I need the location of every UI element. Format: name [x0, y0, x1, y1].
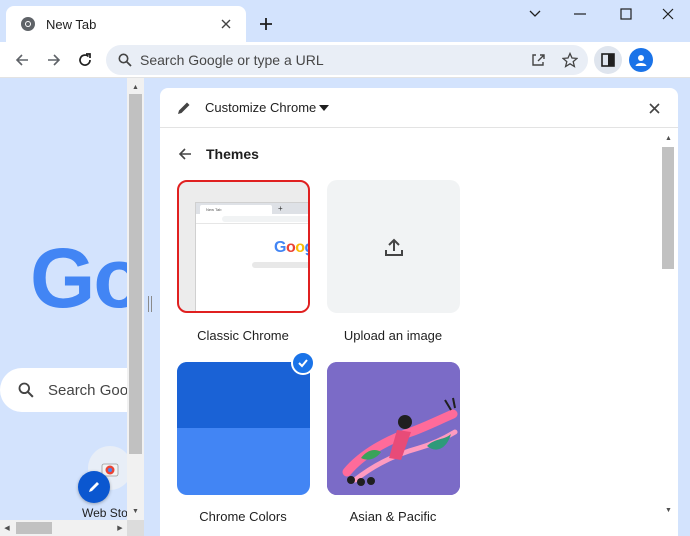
side-panel-icon	[601, 53, 615, 67]
scroll-down-icon[interactable]: ▼	[127, 504, 144, 518]
shortcut-label: Web Sto	[82, 506, 127, 520]
mini-tab: New Tab	[200, 205, 272, 214]
reload-icon	[79, 53, 91, 66]
plus-icon	[260, 18, 272, 30]
scrollbar-thumb[interactable]	[662, 147, 674, 269]
back-icon	[15, 54, 28, 66]
mini-google-logo: Goog	[274, 239, 308, 256]
tile-label-upload-image: Upload an image	[343, 328, 443, 343]
ntp-horizontal-scrollbar[interactable]: ◀ ▶	[0, 520, 127, 536]
side-panel-resize-handle[interactable]	[148, 296, 154, 312]
star-icon[interactable]	[560, 50, 580, 70]
panel-header: Customize Chrome	[160, 88, 678, 128]
pencil-icon	[176, 100, 192, 116]
section-title: Themes	[206, 146, 259, 162]
scroll-right-icon[interactable]: ▶	[113, 520, 127, 536]
plus-icon: +	[278, 204, 283, 213]
scroll-up-icon[interactable]: ▲	[660, 131, 677, 145]
tile-label-classic-chrome: Classic Chrome	[197, 328, 289, 343]
classic-preview: New Tab + Goog	[195, 202, 308, 311]
close-icon[interactable]	[216, 14, 236, 34]
back-button[interactable]	[8, 46, 36, 74]
toolbar	[0, 42, 690, 78]
ntp-search-placeholder: Search Goo	[48, 381, 127, 399]
search-icon	[18, 382, 34, 398]
reload-button[interactable]	[71, 46, 99, 74]
scrollbar-thumb[interactable]	[16, 522, 52, 534]
window-close-icon[interactable]	[645, 0, 690, 28]
side-panel-button[interactable]	[594, 46, 622, 74]
omnibox-input[interactable]	[140, 52, 588, 68]
upload-icon	[384, 238, 403, 256]
ntp-vertical-scrollbar[interactable]: ▲ ▼	[127, 78, 144, 520]
scroll-left-icon[interactable]: ◀	[0, 520, 14, 536]
check-icon	[291, 351, 315, 375]
close-icon[interactable]	[646, 100, 662, 116]
search-icon	[116, 51, 134, 69]
new-tab-button[interactable]	[254, 12, 278, 36]
theme-tile-classic-chrome[interactable]: New Tab + Goog	[177, 180, 310, 313]
forward-button[interactable]	[40, 46, 68, 74]
chevron-down-icon[interactable]	[512, 0, 558, 28]
scrollbar-corner	[127, 520, 144, 536]
forward-icon	[48, 54, 61, 66]
scrollbar-thumb[interactable]	[129, 94, 142, 454]
profile-icon[interactable]	[629, 48, 653, 72]
panel-title[interactable]: Customize Chrome	[205, 100, 316, 115]
customize-chrome-button[interactable]	[78, 471, 110, 503]
new-tab-page: Go Search Goo Web Sto	[0, 78, 127, 520]
scroll-down-icon[interactable]: ▼	[660, 503, 677, 517]
google-logo: Go	[30, 231, 127, 325]
chrome-icon	[20, 16, 36, 32]
back-icon[interactable]	[176, 145, 194, 163]
theme-tile-chrome-colors[interactable]	[177, 362, 310, 495]
pencil-icon	[89, 482, 99, 492]
tab-title: New Tab	[46, 16, 97, 32]
tile-label-chrome-colors: Chrome Colors	[199, 509, 287, 524]
theme-tile-asian-pacific[interactable]	[327, 362, 460, 495]
tile-label-asian-pacific: Asian & Pacific	[349, 509, 437, 524]
minimize-icon[interactable]	[557, 0, 603, 28]
theme-tile-upload-image[interactable]	[327, 180, 460, 313]
scroll-up-icon[interactable]: ▲	[127, 80, 144, 94]
maximize-icon[interactable]	[603, 0, 649, 28]
share-icon[interactable]	[528, 50, 548, 70]
tab-strip: New Tab	[0, 0, 690, 42]
omnibox[interactable]	[106, 45, 588, 75]
panel-vertical-scrollbar[interactable]: ▲ ▼	[658, 129, 678, 520]
customize-chrome-panel: Customize Chrome Themes New Tab + Goog C…	[160, 88, 678, 536]
ntp-search-box[interactable]: Search Goo	[0, 368, 127, 412]
dropdown-icon[interactable]	[317, 101, 331, 115]
tab-new-tab[interactable]: New Tab	[6, 6, 246, 42]
asian-pacific-artwork	[327, 362, 460, 495]
